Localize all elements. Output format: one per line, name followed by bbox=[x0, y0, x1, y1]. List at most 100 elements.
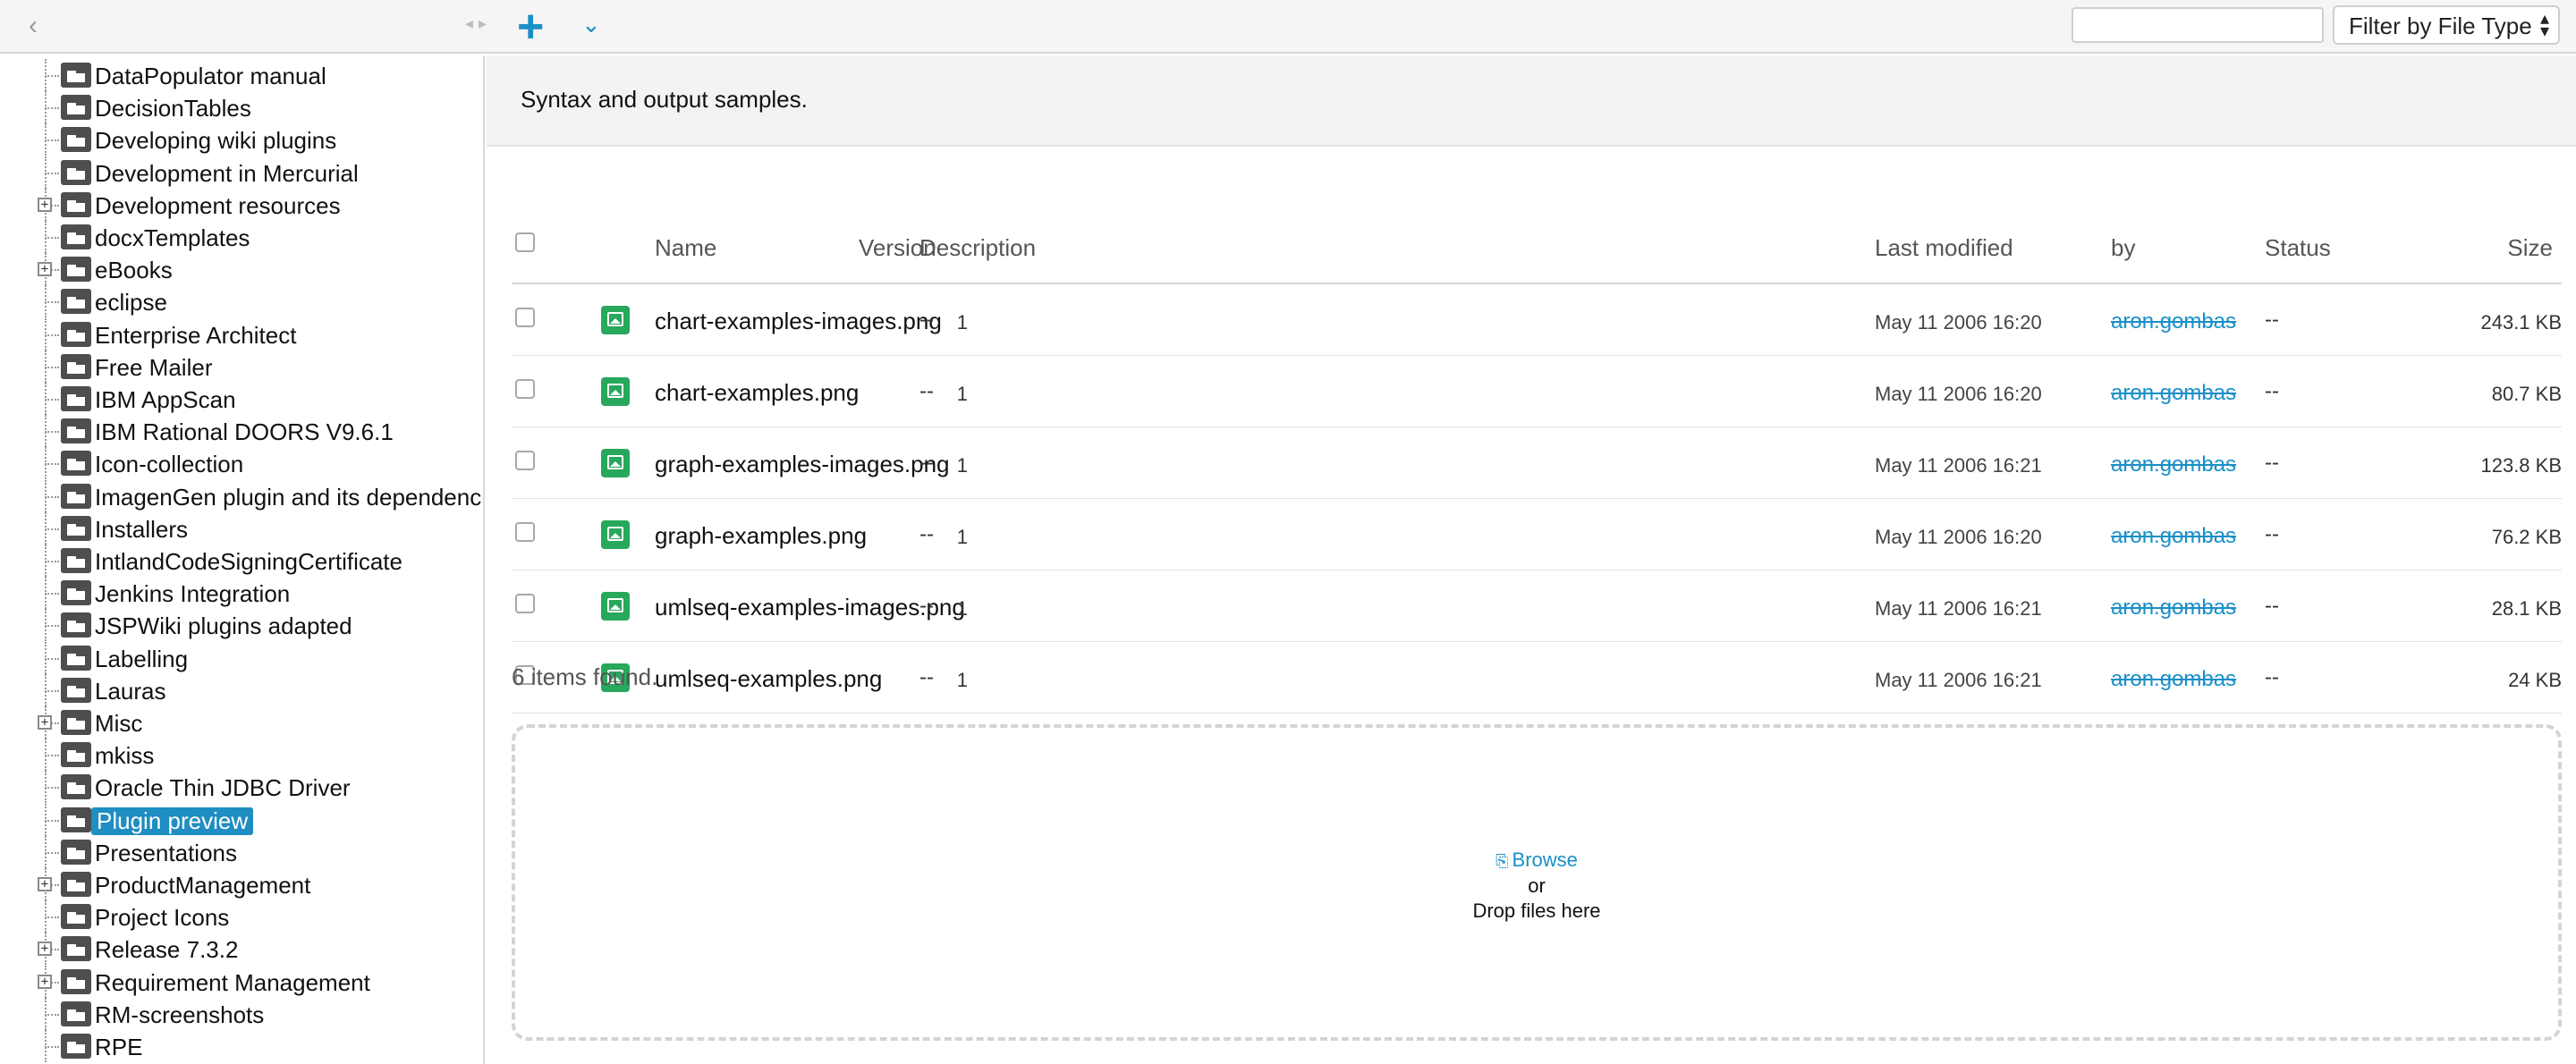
expand-icon[interactable]: + bbox=[38, 715, 52, 730]
expand-icon[interactable]: + bbox=[38, 262, 52, 277]
tree-item[interactable]: DataPopulator manual bbox=[0, 59, 483, 91]
tree-item[interactable]: Enterprise Architect bbox=[0, 317, 483, 350]
tree-item[interactable]: Labelling bbox=[0, 641, 483, 674]
tree-item-label[interactable]: Developing wiki plugins bbox=[95, 127, 336, 155]
expand-icon[interactable]: + bbox=[38, 942, 52, 957]
file-name-link[interactable]: umlseq-examples-images.png bbox=[655, 594, 965, 621]
tree-item[interactable]: Icon-collection bbox=[0, 447, 483, 480]
row-checkbox[interactable] bbox=[515, 451, 535, 470]
tree-item-label[interactable]: Plugin preview bbox=[91, 806, 254, 835]
filter-input[interactable] bbox=[2072, 7, 2324, 43]
table-row[interactable]: graph-examples.png 1 -- May 11 2006 16:20 ar… bbox=[512, 499, 2562, 570]
tree-item-label[interactable]: DataPopulator manual bbox=[95, 63, 326, 90]
table-row[interactable]: chart-examples.png 1 -- May 11 2006 16:20 ar… bbox=[512, 356, 2562, 427]
tree-item-label[interactable]: RPE bbox=[95, 1034, 142, 1061]
tree-item[interactable]: Developing wiki plugins bbox=[0, 123, 483, 156]
table-row[interactable]: chart-examples-images.png 1 -- May 11 2006 … bbox=[512, 284, 2562, 356]
row-checkbox[interactable] bbox=[515, 522, 535, 542]
file-dropzone[interactable]: ⎘ Browse or Drop files here bbox=[512, 724, 2562, 1041]
expand-icon[interactable]: + bbox=[38, 974, 52, 989]
file-author-link[interactable]: aron.gombas bbox=[2111, 524, 2236, 549]
column-header-size[interactable]: Size bbox=[2507, 234, 2553, 262]
tree-item-label[interactable]: eclipse bbox=[95, 289, 167, 317]
tree-item[interactable]: RM-screenshots bbox=[0, 997, 483, 1030]
tree-item[interactable]: + Misc bbox=[0, 706, 483, 739]
tree-item[interactable]: + Release 7.3.2 bbox=[0, 933, 483, 966]
tree-scroll-arrows-icon[interactable]: ◂▸ bbox=[465, 14, 492, 33]
tree-item[interactable]: RPE bbox=[0, 1030, 483, 1062]
tree-item-label[interactable]: Icon-collection bbox=[95, 451, 243, 478]
row-checkbox[interactable] bbox=[515, 308, 535, 327]
tree-item[interactable]: DecisionTables bbox=[0, 91, 483, 124]
file-author-link[interactable]: aron.gombas bbox=[2111, 309, 2236, 334]
tree-item-label[interactable]: Requirement Management bbox=[95, 969, 370, 997]
column-header-description[interactable]: Description bbox=[919, 234, 1036, 262]
chevron-left-icon[interactable]: ‹ bbox=[29, 11, 38, 41]
tree-item-label[interactable]: Project Icons bbox=[95, 904, 229, 932]
tree-item-label[interactable]: DecisionTables bbox=[95, 95, 251, 122]
tree-item[interactable]: Plugin preview bbox=[0, 803, 483, 836]
file-name-link[interactable]: chart-examples-images.png bbox=[655, 308, 942, 335]
add-button[interactable]: + bbox=[517, 2, 544, 52]
tree-item[interactable]: Presentations bbox=[0, 835, 483, 868]
file-name-link[interactable]: umlseq-examples.png bbox=[655, 665, 882, 693]
file-name-link[interactable]: graph-examples.png bbox=[655, 522, 867, 550]
file-author-link[interactable]: aron.gombas bbox=[2111, 595, 2236, 621]
tree-item-label[interactable]: Development resources bbox=[95, 192, 341, 220]
tree-item-label[interactable]: IntlandCodeSigningCertificate bbox=[95, 548, 402, 576]
tree-item[interactable]: Oracle Thin JDBC Driver bbox=[0, 771, 483, 804]
tree-item[interactable]: Jenkins Integration bbox=[0, 577, 483, 610]
tree-item[interactable]: Development in Mercurial bbox=[0, 156, 483, 189]
column-header-by[interactable]: by bbox=[2111, 234, 2135, 262]
column-header-last-modified[interactable]: Last modified bbox=[1875, 234, 2013, 262]
file-author-link[interactable]: aron.gombas bbox=[2111, 667, 2236, 692]
tree-item-label[interactable]: eBooks bbox=[95, 257, 173, 284]
tree-item-label[interactable]: ImagenGen plugin and its dependenc bbox=[95, 484, 481, 511]
file-name-link[interactable]: chart-examples.png bbox=[655, 379, 859, 407]
tree-item[interactable]: Installers bbox=[0, 511, 483, 545]
expand-icon[interactable]: + bbox=[38, 197, 52, 212]
tree-item-label[interactable]: JSPWiki plugins adapted bbox=[95, 612, 352, 640]
tree-item-label[interactable]: Release 7.3.2 bbox=[95, 936, 238, 964]
tree-item-label[interactable]: IBM AppScan bbox=[95, 386, 236, 414]
tree-item[interactable]: Project Icons bbox=[0, 900, 483, 933]
tree-item[interactable]: IBM AppScan bbox=[0, 383, 483, 415]
expand-icon[interactable]: + bbox=[38, 877, 52, 891]
table-row[interactable]: graph-examples-images.png 1 -- May 11 2006 … bbox=[512, 427, 2562, 499]
tree-item-label[interactable]: Free Mailer bbox=[95, 354, 212, 382]
tree-item[interactable]: + Requirement Management bbox=[0, 965, 483, 998]
tree-item-label[interactable]: Lauras bbox=[95, 678, 166, 705]
tree-item-label[interactable]: IBM Rational DOORS V9.6.1 bbox=[95, 418, 394, 446]
filter-by-file-type-select[interactable]: Filter by File Type ▴ ▾ bbox=[2333, 5, 2560, 45]
tree-item-label[interactable]: ProductManagement bbox=[95, 872, 310, 899]
tree-item[interactable]: eclipse bbox=[0, 285, 483, 318]
tree-item-label[interactable]: Jenkins Integration bbox=[95, 580, 290, 608]
tree-item[interactable]: ImagenGen plugin and its dependenc bbox=[0, 479, 483, 512]
tree-item[interactable]: JSPWiki plugins adapted bbox=[0, 609, 483, 642]
tree-item-label[interactable]: Oracle Thin JDBC Driver bbox=[95, 774, 351, 802]
tree-item-label[interactable]: Presentations bbox=[95, 840, 237, 867]
tree-item[interactable]: + ProductManagement bbox=[0, 868, 483, 900]
tree-item[interactable]: + Development resources bbox=[0, 188, 483, 221]
tree-item-label[interactable]: RM-screenshots bbox=[95, 1001, 264, 1029]
tree-item-label[interactable]: Installers bbox=[95, 516, 188, 544]
tree-item-label[interactable]: docxTemplates bbox=[95, 224, 250, 252]
table-row[interactable]: umlseq-examples.png 1 -- May 11 2006 16:21 a… bbox=[512, 642, 2562, 714]
column-header-status[interactable]: Status bbox=[2265, 234, 2331, 262]
chevron-down-icon[interactable]: ⌄ bbox=[581, 11, 601, 38]
file-author-link[interactable]: aron.gombas bbox=[2111, 452, 2236, 477]
tree-item-label[interactable]: Labelling bbox=[95, 646, 188, 673]
file-author-link[interactable]: aron.gombas bbox=[2111, 381, 2236, 406]
tree-item[interactable]: + eBooks bbox=[0, 253, 483, 286]
tree-item[interactable]: Lauras bbox=[0, 673, 483, 706]
tree-item-label[interactable]: Misc bbox=[95, 710, 142, 738]
row-checkbox[interactable] bbox=[515, 594, 535, 613]
browse-link[interactable]: Browse bbox=[1513, 849, 1578, 871]
tree-item[interactable]: mkiss bbox=[0, 739, 483, 772]
file-name-link[interactable]: graph-examples-images.png bbox=[655, 451, 950, 478]
tree-item[interactable]: IBM Rational DOORS V9.6.1 bbox=[0, 415, 483, 448]
row-checkbox[interactable] bbox=[515, 379, 535, 399]
tree-item-label[interactable]: Enterprise Architect bbox=[95, 322, 296, 350]
tree-item[interactable]: Free Mailer bbox=[0, 350, 483, 383]
tree-item-label[interactable]: Development in Mercurial bbox=[95, 160, 359, 188]
